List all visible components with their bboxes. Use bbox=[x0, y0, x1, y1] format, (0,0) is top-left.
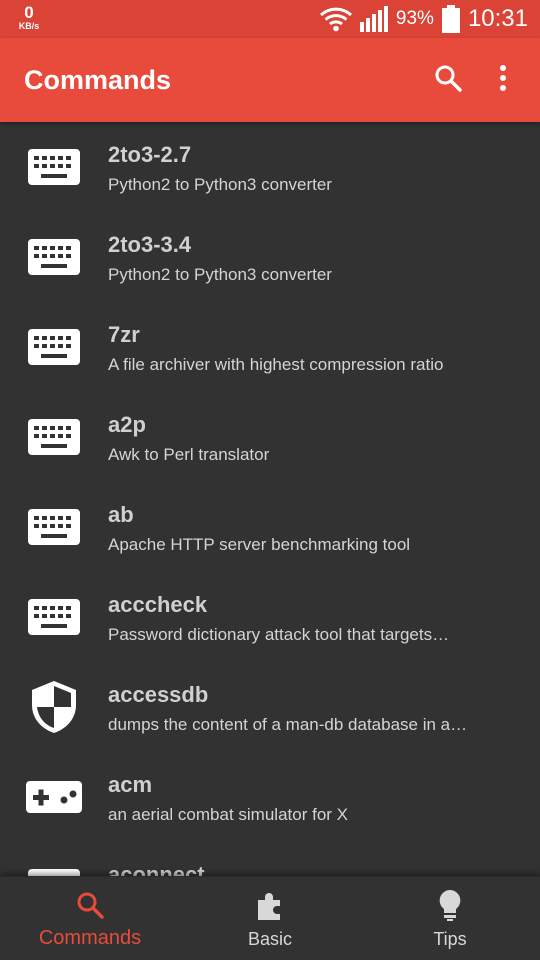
list-item[interactable]: accessdb dumps the content of a man-db d… bbox=[0, 662, 540, 752]
command-description: Python2 to Python3 converter bbox=[108, 265, 332, 284]
keyboard-icon bbox=[26, 146, 82, 188]
list-item[interactable]: acccheck Password dictionary attack tool… bbox=[0, 572, 540, 662]
command-name: 2to3-2.7 bbox=[108, 142, 192, 167]
battery-icon bbox=[441, 5, 460, 33]
keyboard-icon bbox=[26, 596, 82, 638]
tab-commands-label: Commands bbox=[38, 927, 142, 949]
tab-basic-label: Basic bbox=[247, 929, 292, 949]
command-description: Python2 to Python3 converter bbox=[108, 175, 332, 194]
network-speed-indicator: 0 KB/s bbox=[14, 4, 44, 31]
search-icon bbox=[434, 64, 462, 97]
battery-percentage: 93% bbox=[395, 8, 434, 29]
page-title: Commands bbox=[24, 65, 172, 95]
signal-icon bbox=[359, 6, 388, 32]
more-options-button[interactable] bbox=[488, 60, 518, 100]
command-name: accessdb bbox=[108, 682, 209, 707]
list-item[interactable]: 2to3-2.7 Python2 to Python3 converter bbox=[0, 122, 540, 212]
command-name: ab bbox=[108, 502, 134, 527]
command-description: A file archiver with highest compression… bbox=[108, 355, 444, 374]
lightbulb-icon bbox=[438, 889, 462, 921]
command-name: acccheck bbox=[108, 592, 208, 617]
bottom-navigation: Commands Basic Tips bbox=[0, 876, 540, 960]
command-name: aconnect bbox=[108, 862, 205, 876]
list-item[interactable]: 7zr A file archiver with highest compres… bbox=[0, 302, 540, 392]
screen: 0 KB/s 93% 10:31 Commands 2to3-2.7 Pytho… bbox=[0, 0, 540, 960]
command-description: Awk to Perl translator bbox=[108, 445, 270, 464]
command-description: dumps the content of a man-db database i… bbox=[108, 715, 468, 734]
keyboard-icon bbox=[26, 506, 82, 548]
app-bar: Commands bbox=[0, 38, 540, 122]
search-button[interactable] bbox=[428, 60, 468, 100]
search-icon bbox=[76, 889, 104, 921]
wifi-icon bbox=[319, 6, 352, 32]
list-item[interactable]: a2p Awk to Perl translator bbox=[0, 392, 540, 482]
status-bar: 0 KB/s 93% 10:31 bbox=[0, 0, 540, 38]
keyboard-icon bbox=[26, 416, 82, 458]
command-name: acm bbox=[108, 772, 153, 797]
list-item[interactable]: ab Apache HTTP server benchmarking tool bbox=[0, 482, 540, 572]
command-name: a2p bbox=[108, 412, 146, 437]
command-description: Apache HTTP server benchmarking tool bbox=[108, 535, 411, 554]
gamepad-icon bbox=[26, 776, 82, 818]
more-vert-icon bbox=[499, 64, 507, 97]
tab-basic[interactable]: Basic bbox=[210, 877, 330, 960]
keyboard-icon bbox=[26, 236, 82, 278]
command-name: 7zr bbox=[108, 322, 140, 347]
command-name: 2to3-3.4 bbox=[108, 232, 192, 257]
network-speed-value: 0 bbox=[24, 3, 34, 22]
tab-tips[interactable]: Tips bbox=[390, 877, 510, 960]
list-item[interactable]: acm an aerial combat simulator for X bbox=[0, 752, 540, 842]
puzzle-icon bbox=[256, 889, 284, 921]
security-shield-icon bbox=[26, 681, 82, 733]
command-list[interactable]: 2to3-2.7 Python2 to Python3 converter 2t… bbox=[0, 122, 540, 876]
list-item[interactable]: aconnect bbox=[0, 842, 540, 876]
keyboard-icon bbox=[26, 326, 82, 368]
network-speed-unit: KB/s bbox=[18, 21, 40, 31]
keyboard-icon bbox=[26, 866, 82, 876]
tab-commands[interactable]: Commands bbox=[20, 877, 160, 960]
command-description: an aerial combat simulator for X bbox=[108, 805, 348, 824]
list-item[interactable]: 2to3-3.4 Python2 to Python3 converter bbox=[0, 212, 540, 302]
status-clock: 10:31 bbox=[467, 5, 528, 32]
tab-tips-label: Tips bbox=[433, 929, 467, 949]
command-description: Password dictionary attack tool that tar… bbox=[108, 625, 450, 644]
status-icons: 93% 10:31 bbox=[319, 0, 528, 38]
